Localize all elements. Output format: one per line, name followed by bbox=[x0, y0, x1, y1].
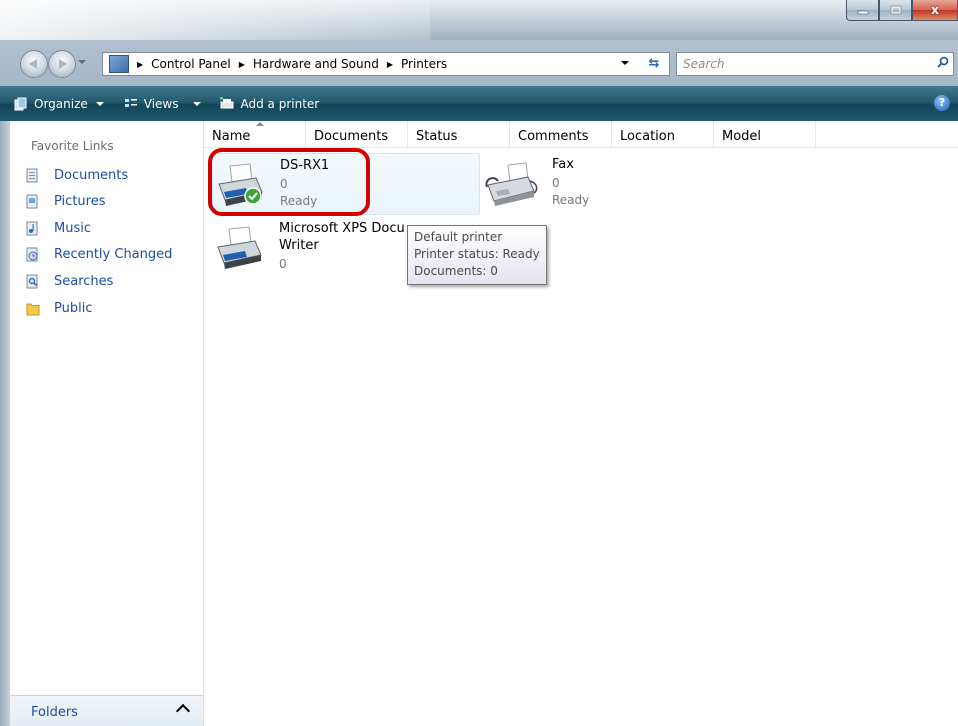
close-icon: x bbox=[931, 3, 939, 17]
printer-status: Ready bbox=[552, 193, 590, 207]
printer-documents-count: 0 bbox=[552, 176, 560, 190]
tooltip-line: Documents: 0 bbox=[414, 264, 498, 278]
folders-bar[interactable]: Folders bbox=[10, 695, 203, 726]
refresh-icon[interactable]: ⇆ bbox=[645, 56, 663, 72]
add-printer-icon bbox=[219, 96, 233, 108]
forward-arrow-icon bbox=[59, 59, 67, 69]
close-button[interactable]: x bbox=[912, 0, 958, 21]
column-label: Documents bbox=[314, 129, 389, 144]
column-header-status[interactable]: Status bbox=[408, 121, 510, 147]
sidebar-item-recently-changed[interactable]: Recently Changed bbox=[26, 245, 172, 263]
chevron-down-icon bbox=[192, 101, 201, 106]
favorite-links-header: Favorite Links bbox=[31, 139, 114, 153]
views-icon bbox=[124, 98, 137, 107]
tooltip-line: Printer status: Ready bbox=[414, 247, 540, 261]
organize-label: Organize bbox=[34, 96, 88, 111]
printer-name-line2: Writer bbox=[279, 238, 319, 253]
forward-button[interactable] bbox=[48, 50, 76, 78]
fax-icon bbox=[485, 162, 538, 206]
printer-tooltip: Default printer Printer status: Ready Do… bbox=[407, 225, 547, 285]
printer-documents-count: 0 bbox=[279, 257, 287, 271]
minimize-icon bbox=[857, 10, 868, 15]
sidebar-item-label: Pictures bbox=[54, 193, 106, 209]
sidebar-item-label: Recently Changed bbox=[54, 246, 173, 262]
folders-label: Folders bbox=[31, 705, 78, 720]
column-header-location[interactable]: Location bbox=[612, 121, 714, 147]
column-header-name[interactable]: Name bbox=[204, 121, 306, 147]
public-folder-icon bbox=[26, 303, 40, 315]
search-icon[interactable] bbox=[937, 56, 949, 68]
sidebar-item-label: Music bbox=[54, 220, 91, 236]
explorer-window: x ▶ Control Panel ▶ Hardware and Sound ▶… bbox=[0, 0, 958, 726]
search-placeholder: Search bbox=[683, 57, 725, 71]
sidebar-item-public[interactable]: Public bbox=[26, 299, 92, 317]
breadcrumb-printers[interactable]: Printers bbox=[401, 57, 447, 71]
column-label: Location bbox=[620, 129, 675, 144]
sort-ascending-icon bbox=[256, 122, 264, 126]
printer-tile-fax[interactable]: Fax 0 Ready bbox=[484, 153, 704, 213]
add-printer-label: Add a printer bbox=[240, 96, 320, 111]
breadcrumb-separator-icon[interactable]: ▶ bbox=[387, 60, 393, 69]
printer-name: Fax bbox=[552, 157, 574, 172]
sidebar-item-documents[interactable]: Documents bbox=[26, 166, 128, 184]
column-label: Status bbox=[416, 129, 458, 144]
recent-pages-dropdown-icon[interactable] bbox=[78, 60, 86, 64]
documents-folder-icon bbox=[26, 168, 38, 182]
title-bar[interactable]: x bbox=[0, 0, 958, 40]
address-bar[interactable]: ▶ Control Panel ▶ Hardware and Sound ▶ P… bbox=[102, 52, 670, 76]
breadcrumb-control-panel[interactable]: Control Panel bbox=[151, 57, 231, 71]
command-bar: Organize Views Add a printer ? bbox=[0, 86, 958, 121]
window-controls: x bbox=[846, 0, 958, 22]
sidebar-item-label: Public bbox=[54, 300, 93, 316]
music-folder-icon bbox=[26, 221, 38, 235]
breadcrumb-separator-icon[interactable]: ▶ bbox=[239, 60, 245, 69]
search-input[interactable]: Search bbox=[676, 52, 954, 76]
views-button[interactable]: Views bbox=[124, 97, 201, 111]
sidebar-item-music[interactable]: Music bbox=[26, 219, 91, 237]
views-label: Views bbox=[143, 96, 179, 111]
column-label: Comments bbox=[518, 129, 589, 144]
column-header-comments[interactable]: Comments bbox=[510, 121, 612, 147]
pictures-folder-icon bbox=[26, 194, 38, 208]
recently-changed-icon bbox=[26, 247, 38, 261]
sidebar-item-label: Searches bbox=[54, 273, 114, 289]
chevron-up-icon[interactable] bbox=[175, 703, 191, 719]
column-header-model[interactable]: Model bbox=[714, 121, 816, 147]
column-label: Name bbox=[212, 129, 251, 144]
chevron-down-icon bbox=[95, 101, 104, 106]
printer-name-line1: Microsoft XPS Docu bbox=[279, 221, 405, 236]
control-panel-icon bbox=[109, 55, 129, 73]
sidebar-item-label: Documents bbox=[54, 167, 129, 183]
column-headers: Name Documents Status Comments Location … bbox=[204, 121, 958, 148]
organize-icon bbox=[14, 97, 27, 110]
window-border bbox=[0, 121, 10, 726]
sidebar-item-pictures[interactable]: Pictures bbox=[26, 192, 105, 210]
address-dropdown-icon[interactable] bbox=[621, 61, 629, 65]
minimize-button[interactable] bbox=[846, 0, 879, 21]
back-button[interactable] bbox=[20, 50, 48, 78]
organize-button[interactable]: Organize bbox=[14, 97, 104, 111]
sidebar-item-searches[interactable]: Searches bbox=[26, 272, 113, 290]
maximize-button[interactable] bbox=[879, 0, 912, 21]
column-label: Model bbox=[722, 129, 762, 144]
breadcrumb-separator-icon[interactable]: ▶ bbox=[137, 60, 143, 69]
back-arrow-icon bbox=[29, 59, 37, 69]
tooltip-line: Default printer bbox=[414, 230, 503, 244]
navigation-pane: Favorite Links Documents Pictures Music … bbox=[10, 121, 204, 726]
highlight-ring bbox=[208, 148, 370, 216]
help-icon[interactable]: ? bbox=[934, 95, 950, 111]
address-row: ▶ Control Panel ▶ Hardware and Sound ▶ P… bbox=[0, 40, 958, 86]
maximize-icon bbox=[890, 5, 901, 15]
printer-icon bbox=[217, 226, 262, 269]
column-header-documents[interactable]: Documents bbox=[306, 121, 408, 147]
breadcrumb-hardware-and-sound[interactable]: Hardware and Sound bbox=[253, 57, 379, 71]
add-printer-button[interactable]: Add a printer bbox=[219, 96, 320, 111]
searches-folder-icon bbox=[26, 274, 38, 288]
